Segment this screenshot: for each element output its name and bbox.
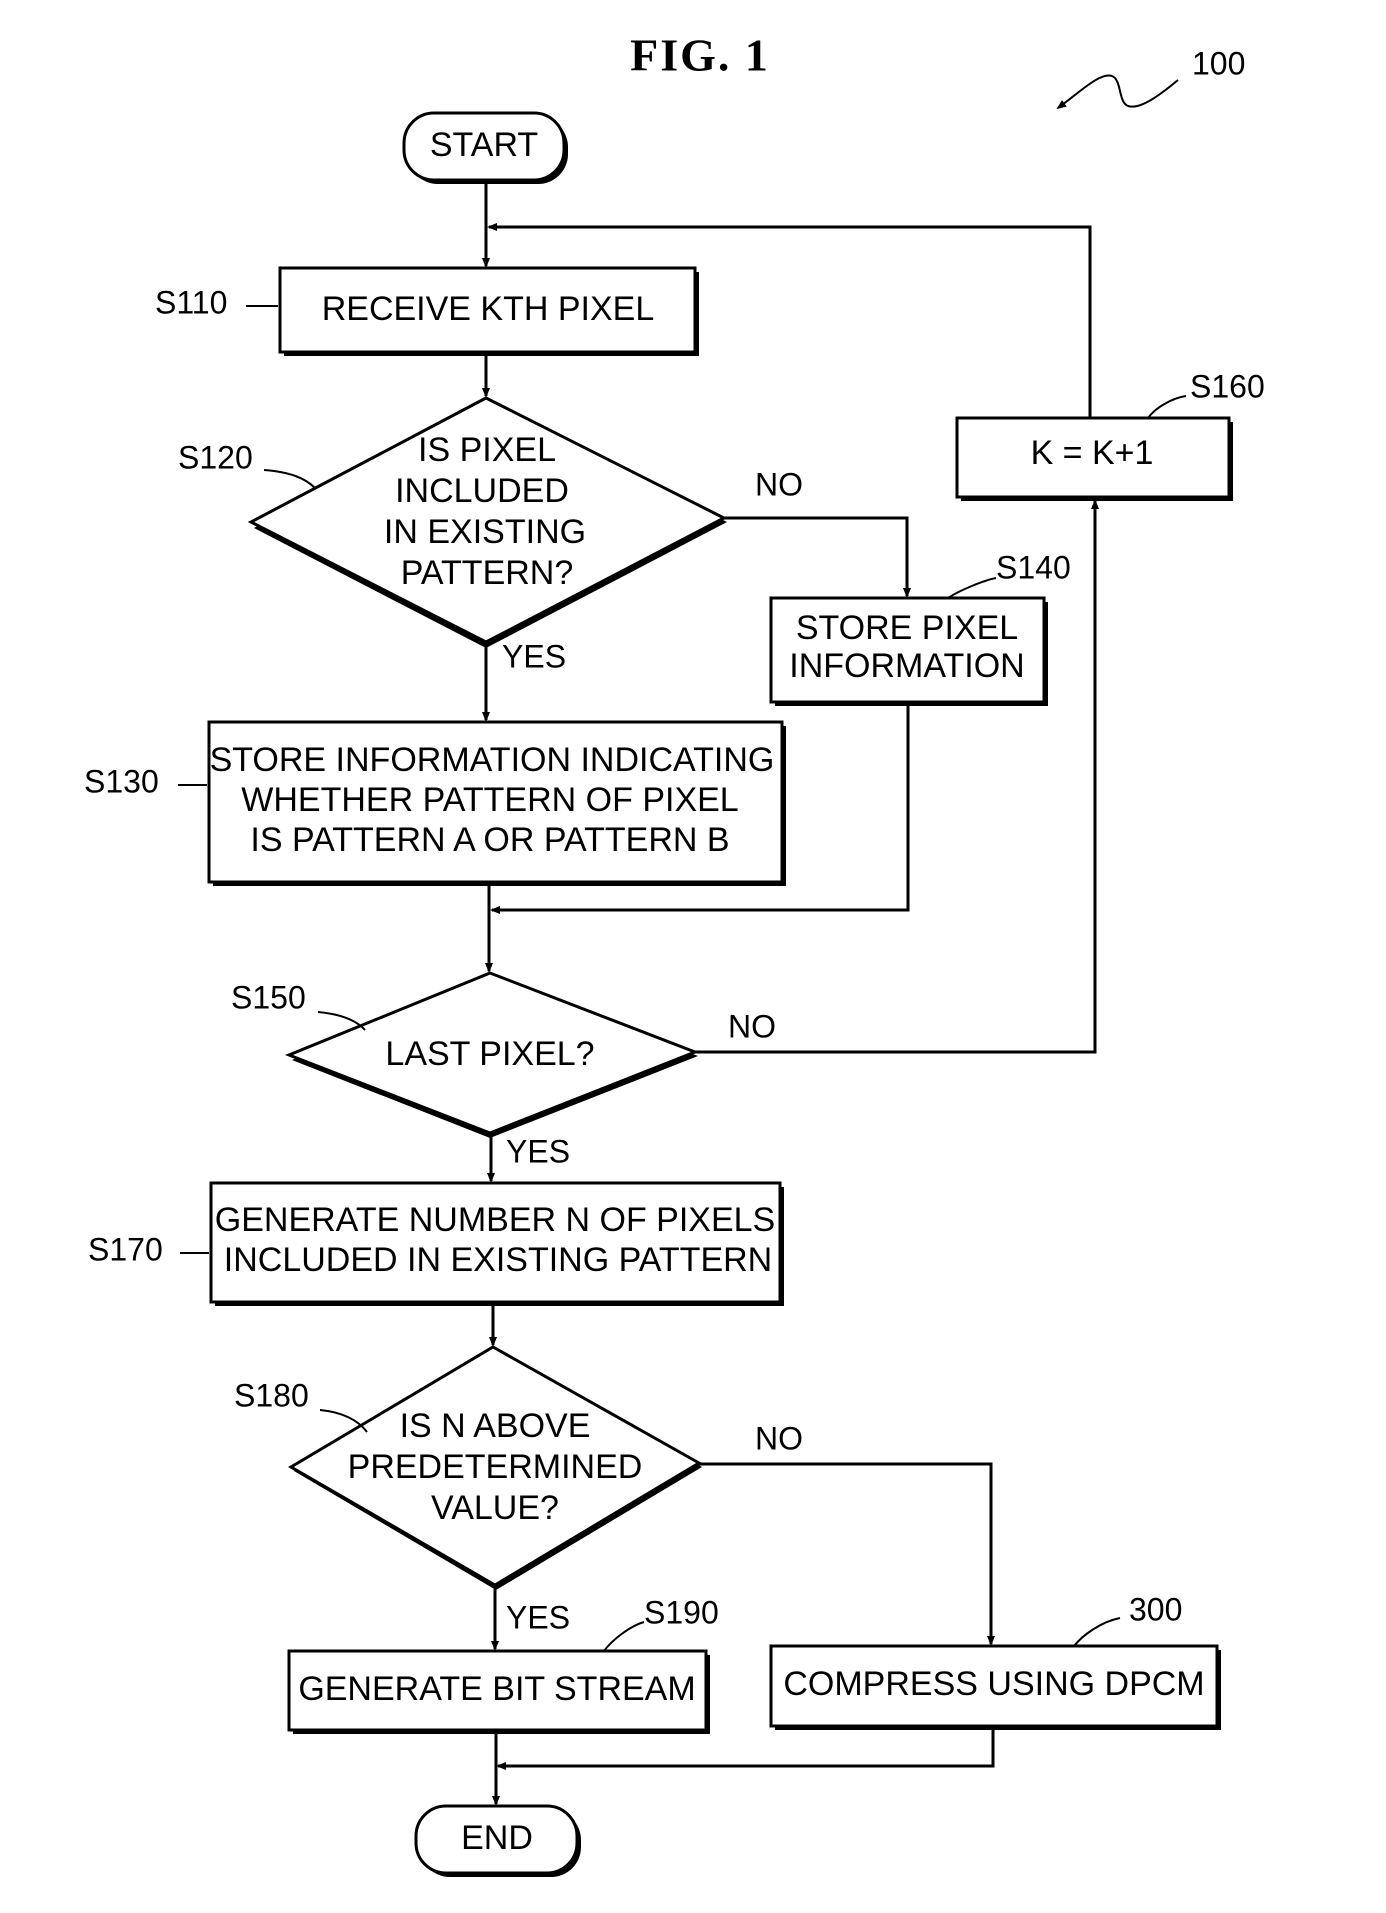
s190-text: GENERATE BIT STREAM <box>298 1670 695 1708</box>
s120-step-label: S120 <box>178 439 253 475</box>
s150-text: LAST PIXEL? <box>385 1035 594 1073</box>
end-text: END <box>461 1819 533 1857</box>
start-terminator: START <box>402 111 568 184</box>
s120-text-line-2: INCLUDED <box>395 472 569 510</box>
start-text: START <box>430 126 538 164</box>
s140-text-line-2: INFORMATION <box>789 647 1024 685</box>
decision-s120: IS PIXEL INCLUDED IN EXISTING PATTERN? S… <box>178 396 803 674</box>
s180-no-label: NO <box>755 1420 803 1456</box>
s180-text-line-1: IS N ABOVE <box>400 1407 591 1445</box>
s160-leader <box>1147 395 1187 419</box>
figure-title: FIG. 1 <box>630 30 770 81</box>
s120-text-line-3: IN EXISTING <box>384 513 586 551</box>
s120-text-line-1: IS PIXEL <box>418 431 556 469</box>
decision-s180: IS N ABOVE PREDETERMINED VALUE? S180 NO … <box>234 1345 803 1635</box>
step-s140: STORE PIXEL INFORMATION S140 <box>769 549 1071 706</box>
s160-text: K = K+1 <box>1031 434 1154 472</box>
s110-text: RECEIVE KTH PIXEL <box>322 290 655 328</box>
step-300: COMPRESS USING DPCM 300 <box>769 1591 1221 1730</box>
step-s170: GENERATE NUMBER N OF PIXELS INCLUDED IN … <box>88 1181 784 1306</box>
n300-step-label: 300 <box>1129 1591 1182 1627</box>
s150-yes-label: YES <box>506 1133 570 1169</box>
n300-text: COMPRESS USING DPCM <box>783 1665 1204 1703</box>
s120-leader <box>263 469 316 489</box>
reference-squiggle-arrow-icon <box>1056 74 1179 110</box>
s140-step-label: S140 <box>996 549 1071 585</box>
s130-text-line-3: IS PATTERN A OR PATTERN B <box>250 821 729 859</box>
s190-leader <box>603 1621 645 1652</box>
s120-yes-label: YES <box>502 638 566 674</box>
step-s190: GENERATE BIT STREAM S190 <box>287 1594 719 1734</box>
s140-text-line-1: STORE PIXEL <box>796 609 1018 647</box>
s120-no-label: NO <box>755 466 803 502</box>
s170-step-label: S170 <box>88 1231 163 1267</box>
s130-text-line-1: STORE INFORMATION INDICATING <box>210 741 775 779</box>
s130-text-line-2: WHETHER PATTERN OF PIXEL <box>241 781 738 819</box>
flowchart: FIG. 1 100 START RECEIVE KTH PIXEL S110 … <box>84 30 1265 1877</box>
s180-text-line-2: PREDETERMINED <box>348 1448 643 1486</box>
decision-s150: LAST PIXEL? S150 NO YES <box>231 971 776 1169</box>
s110-step-label: S110 <box>155 284 227 320</box>
s180-text-line-3: VALUE? <box>431 1489 559 1527</box>
s170-text-line-1: GENERATE NUMBER N OF PIXELS <box>215 1201 775 1239</box>
n300-leader <box>1073 1617 1121 1647</box>
step-s160: K = K+1 S160 <box>955 368 1265 501</box>
s180-yes-label: YES <box>506 1599 570 1635</box>
s140-leader <box>947 577 997 599</box>
s120-text-line-4: PATTERN? <box>401 554 574 592</box>
reference-number: 100 <box>1192 45 1245 81</box>
edge-300-merge <box>496 1730 995 1770</box>
step-s130: STORE INFORMATION INDICATING WHETHER PAT… <box>84 720 786 886</box>
end-terminator: END <box>414 1804 581 1877</box>
s130-step-label: S130 <box>84 763 159 799</box>
s150-no-label: NO <box>728 1008 776 1044</box>
s180-step-label: S180 <box>234 1377 309 1413</box>
edge-s180-no-300 <box>699 1462 995 1646</box>
s160-step-label: S160 <box>1190 368 1265 404</box>
step-s110: RECEIVE KTH PIXEL S110 <box>155 266 699 356</box>
s190-step-label: S190 <box>644 1594 719 1630</box>
edge-s120-no-s140 <box>724 516 911 598</box>
s150-step-label: S150 <box>231 979 306 1015</box>
s170-text-line-2: INCLUDED IN EXISTING PATTERN <box>224 1241 772 1279</box>
